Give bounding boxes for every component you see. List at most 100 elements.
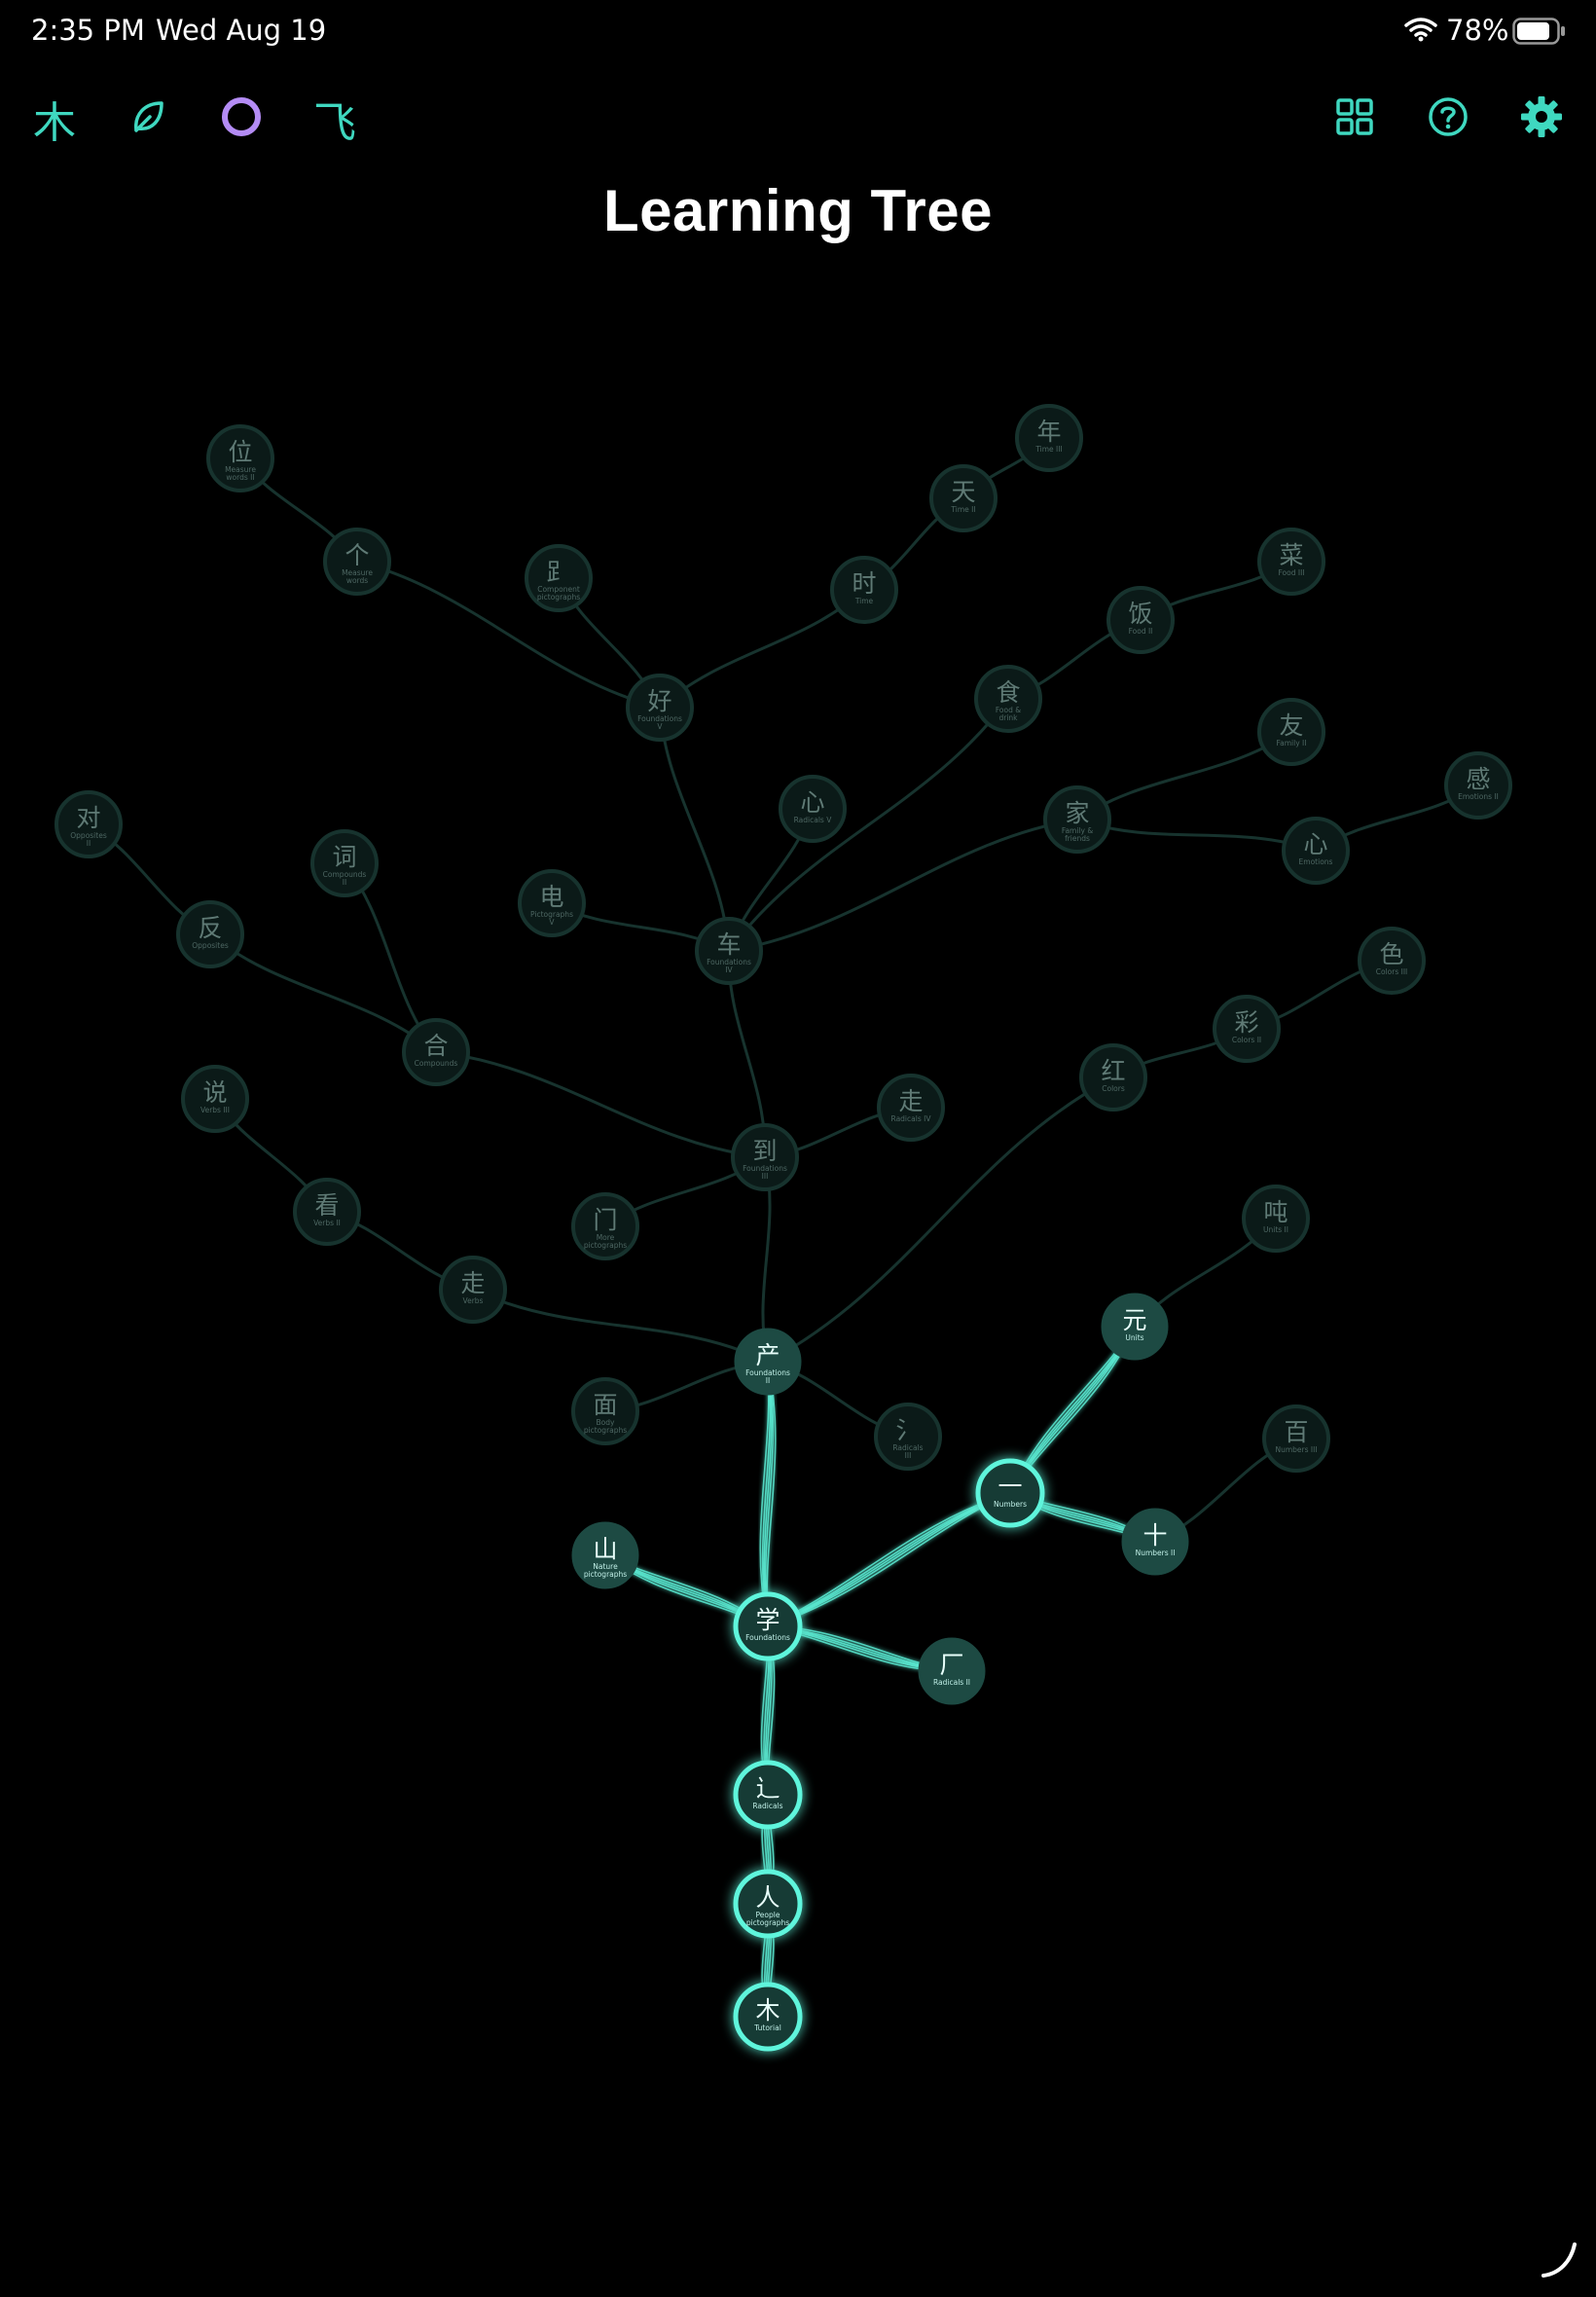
- node-label: Compounds: [415, 1059, 458, 1068]
- tree-node-ge[interactable]: 个Measure words: [323, 528, 391, 596]
- tree-node-se[interactable]: 色Colors III: [1358, 927, 1426, 995]
- tree-node-dun[interactable]: 吨Units II: [1242, 1185, 1310, 1253]
- node-character: 心: [1303, 830, 1327, 858]
- tree-node-fanfood[interactable]: 饭Food II: [1106, 586, 1175, 654]
- node-character: 反: [198, 914, 222, 942]
- node-character: 面: [593, 1391, 617, 1419]
- tree-node-yi[interactable]: 一Numbers: [975, 1458, 1045, 1528]
- node-character: 木: [755, 1996, 780, 2024]
- tree-edge-che-jia: [728, 818, 1078, 953]
- node-character: 个: [345, 541, 369, 569]
- node-character: 色: [1379, 940, 1403, 968]
- node-character: 家: [1065, 799, 1089, 827]
- node-character: 产: [755, 1341, 780, 1369]
- tree-node-shui[interactable]: 氵Radicals III: [874, 1403, 942, 1471]
- tree-node-gan[interactable]: 感Emotions II: [1444, 751, 1512, 820]
- tree-node-shi10[interactable]: 十Numbers II: [1121, 1508, 1189, 1576]
- node-character: 时: [852, 569, 876, 598]
- tree-node-chan[interactable]: 产Foundations II: [734, 1328, 802, 1396]
- node-label: Verbs: [463, 1296, 484, 1305]
- scroll-indicator: [1540, 2241, 1578, 2283]
- node-character: 氵: [895, 1416, 920, 1444]
- node-character: 十: [1143, 1521, 1167, 1550]
- tree-node-nian[interactable]: 年Time III: [1015, 404, 1083, 472]
- node-character: 说: [202, 1078, 227, 1107]
- node-character: 看: [314, 1191, 339, 1220]
- node-label: Verbs III: [200, 1106, 230, 1114]
- tree-node-hao[interactable]: 好Foundations V: [626, 674, 694, 742]
- tree-node-xue[interactable]: 学Foundations: [733, 1591, 803, 1661]
- tree-node-ci[interactable]: 词Compounds II: [310, 829, 379, 897]
- node-character: 电: [539, 883, 563, 911]
- node-character: 友: [1279, 711, 1303, 740]
- node-character: 门: [593, 1206, 617, 1234]
- tree-node-jia[interactable]: 家Family & friends: [1043, 785, 1111, 854]
- tree-node-dao[interactable]: 到Foundations III: [731, 1123, 799, 1191]
- tree-nodes: 木Tutorial 人People pictographs 辶Radicals 学Fou…: [54, 404, 1512, 2052]
- node-character: 红: [1101, 1057, 1125, 1085]
- node-label: Radicals: [752, 1802, 782, 1810]
- tree-node-cai[interactable]: 彩Colors II: [1213, 995, 1281, 1063]
- node-label: Family II: [1277, 739, 1307, 747]
- tree-edge-jia-xin_e: [1076, 818, 1317, 853]
- node-character: 走: [460, 1269, 485, 1297]
- tree-node-chuo[interactable]: 辶Radicals: [733, 1760, 803, 1830]
- tree-node-tian[interactable]: 天Time II: [929, 464, 998, 532]
- node-character: 山: [593, 1535, 617, 1563]
- tree-edge-dao-he: [435, 1050, 766, 1159]
- node-label: Units: [1125, 1333, 1143, 1342]
- node-label: Time II: [950, 505, 975, 514]
- tree-node-men[interactable]: 门More pictographs: [571, 1192, 639, 1260]
- tree-node-cai_f[interactable]: 菜Food III: [1257, 528, 1325, 596]
- tree-node-shan[interactable]: 山Nature pictographs: [571, 1521, 639, 1589]
- tree-node-xin_r[interactable]: 心Radicals V: [779, 775, 847, 843]
- node-character: 彩: [1234, 1008, 1258, 1037]
- node-character: 辶: [755, 1774, 780, 1803]
- tree-node-xin_e[interactable]: 心Emotions: [1282, 817, 1350, 885]
- tree-edge-che-shi_f: [727, 698, 1010, 952]
- node-label: Emotions: [1299, 857, 1333, 866]
- node-character: 合: [423, 1032, 448, 1060]
- node-label: Radicals IV: [891, 1114, 932, 1123]
- node-character: 人: [755, 1883, 780, 1912]
- node-character: ⻊: [546, 558, 570, 586]
- node-character: 饭: [1128, 600, 1152, 628]
- node-label: Food II: [1129, 627, 1153, 636]
- node-character: 菜: [1279, 541, 1303, 569]
- tree-node-zu[interactable]: ⻊Component pictographs: [525, 544, 593, 612]
- node-character: 到: [752, 1137, 777, 1165]
- tree-node-he[interactable]: 合Compounds: [402, 1018, 470, 1086]
- tree-node-dian[interactable]: 电Pictographs V: [518, 869, 586, 937]
- tree-node-ren[interactable]: 人People pictographs: [733, 1869, 803, 1939]
- tree-node-fan[interactable]: 反Opposites: [176, 900, 244, 968]
- tree-node-bai[interactable]: 百Numbers III: [1262, 1404, 1330, 1473]
- tree-node-hong[interactable]: 红Colors: [1079, 1043, 1147, 1112]
- tree-edge-chan-zou_v: [472, 1288, 769, 1364]
- node-character: 天: [951, 478, 975, 506]
- tree-node-you[interactable]: 友Family II: [1257, 698, 1325, 766]
- node-label: Component pictographs: [537, 585, 580, 602]
- node-label: Radicals II: [933, 1678, 970, 1687]
- node-character: 词: [332, 843, 356, 871]
- tree-node-mian[interactable]: 面Body pictographs: [571, 1377, 639, 1445]
- node-character: 对: [76, 804, 100, 832]
- node-label: Colors III: [1376, 967, 1408, 976]
- node-label: Units II: [1263, 1225, 1288, 1234]
- tree-node-wei[interactable]: 位Measure words II: [206, 424, 274, 492]
- node-character: 元: [1122, 1306, 1146, 1334]
- node-label: Emotions II: [1458, 792, 1499, 801]
- tree-node-mu[interactable]: 木Tutorial: [733, 1982, 803, 2052]
- tree-node-yuan[interactable]: 元Units: [1101, 1293, 1169, 1361]
- tree-edge-xue-yi: [767, 1492, 1011, 1627]
- node-label: Tutorial: [753, 2024, 781, 2032]
- tree-node-han[interactable]: 厂Radicals II: [918, 1637, 986, 1705]
- tree-node-kan[interactable]: 看Verbs II: [293, 1178, 361, 1246]
- tree-node-dui[interactable]: 对Opposites II: [54, 790, 123, 858]
- tree-edge-hao-shi_t: [659, 588, 865, 710]
- tree-node-che[interactable]: 车Foundations IV: [695, 917, 763, 985]
- tree-node-shuo[interactable]: 说Verbs III: [181, 1065, 249, 1133]
- tree-node-zou_v[interactable]: 走Verbs: [439, 1256, 507, 1324]
- tree-node-shi_t[interactable]: 时Time: [830, 556, 898, 624]
- tree-node-zou_r[interactable]: 走Radicals IV: [877, 1074, 945, 1142]
- tree-node-shi_f[interactable]: 食Food & drink: [974, 665, 1042, 733]
